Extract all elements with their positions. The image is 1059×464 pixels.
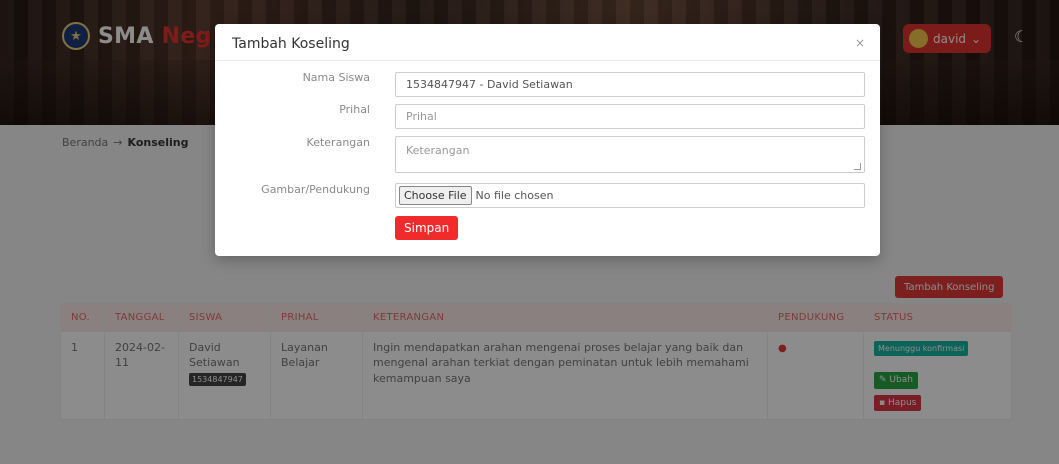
close-icon[interactable]: × — [855, 36, 865, 50]
choose-file-button[interactable]: Choose File — [399, 186, 472, 205]
prihal-input[interactable]: Prihal — [395, 104, 865, 129]
resize-handle-icon[interactable] — [854, 163, 861, 170]
modal-divider — [215, 60, 880, 61]
prihal-label: Prihal — [339, 103, 370, 116]
modal-title: Tambah Koseling — [232, 36, 350, 52]
save-button[interactable]: Simpan — [395, 216, 459, 240]
gambar-pendukung-label: Gambar/Pendukung — [261, 183, 370, 196]
file-status: No file chosen — [475, 189, 554, 202]
nama-siswa-label: Nama Siswa — [302, 71, 370, 84]
keterangan-label: Keterangan — [306, 136, 370, 149]
keterangan-textarea[interactable]: Keterangan — [395, 136, 865, 173]
nama-siswa-field[interactable]: 1534847947 - David Setiawan — [395, 72, 865, 97]
tambah-koseling-modal: Tambah Koseling × Nama Siswa 1534847947 … — [215, 24, 880, 256]
file-input[interactable]: Choose File No file chosen — [395, 183, 865, 208]
